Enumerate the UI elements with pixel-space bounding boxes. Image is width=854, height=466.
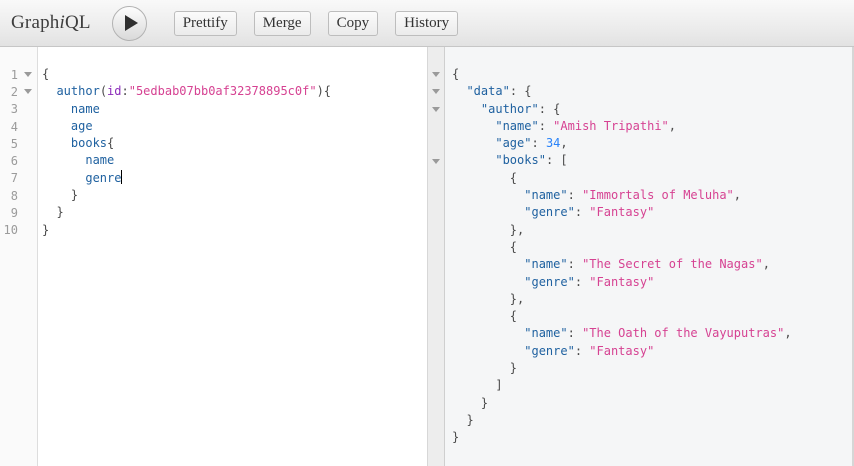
- toolbar-buttons: Prettify Merge Copy History: [174, 11, 458, 36]
- toolbar-button-prettify[interactable]: Prettify: [174, 11, 237, 36]
- logo-text-ql: QL: [65, 12, 91, 33]
- gutter-row: 7: [0, 170, 37, 187]
- code-line: "name": "The Oath of the Vayuputras",: [452, 325, 852, 342]
- result-gutter-row: [428, 429, 444, 446]
- toolbar-button-merge[interactable]: Merge: [254, 11, 311, 36]
- code-line: {: [452, 66, 852, 83]
- line-number: 7: [0, 171, 18, 185]
- result-gutter-row: [428, 239, 444, 256]
- code-line[interactable]: genre: [42, 170, 331, 187]
- gutter-row: 2: [0, 83, 37, 100]
- line-number: 1: [0, 68, 18, 82]
- gutter-row: 1: [0, 66, 37, 83]
- code-line: "name": "Amish Tripathi",: [452, 118, 852, 135]
- result-gutter-row: [428, 412, 444, 429]
- line-number: 3: [0, 102, 18, 116]
- result-gutter-row: [428, 118, 444, 135]
- query-code[interactable]: { author(id:"5edbab07bb0af32378895c0f"){…: [38, 47, 331, 466]
- code-line: "genre": "Fantasy": [452, 343, 852, 360]
- code-line: }: [452, 429, 852, 446]
- result-gutter-row: [428, 291, 444, 308]
- fold-arrow-icon[interactable]: [432, 89, 440, 94]
- toolbar: GraphiQL Prettify Merge Copy History: [0, 0, 854, 47]
- result-gutter-row: [428, 204, 444, 221]
- code-line[interactable]: name: [42, 152, 331, 169]
- line-number: 2: [0, 85, 18, 99]
- gutter-row: 5: [0, 135, 37, 152]
- code-line: "books": [: [452, 152, 852, 169]
- result-gutter-row: [428, 66, 444, 83]
- result-pane: { "data": { "author": { "name": "Amish T…: [445, 47, 854, 466]
- code-line: "genre": "Fantasy": [452, 274, 852, 291]
- code-line: }: [452, 395, 852, 412]
- code-line: "data": {: [452, 83, 852, 100]
- code-line: "name": "Immortals of Meluha",: [452, 187, 852, 204]
- result-gutter-row: [428, 308, 444, 325]
- main-area: 1 2 3 4 5 6 7 8 9 10 { author(id:"5edbab07bb0af32…: [0, 47, 854, 466]
- code-line[interactable]: {: [42, 66, 331, 83]
- result-gutter-row: [428, 325, 444, 342]
- line-number: 8: [0, 189, 18, 203]
- execute-query-button[interactable]: [112, 6, 147, 41]
- result-gutter-row: [428, 360, 444, 377]
- result-fold-gutter: [427, 47, 445, 466]
- code-line[interactable]: author(id:"5edbab07bb0af32378895c0f"){: [42, 83, 331, 100]
- gutter-row: 9: [0, 204, 37, 221]
- gutter-row: 10: [0, 222, 37, 239]
- query-editor-pane[interactable]: 1 2 3 4 5 6 7 8 9 10 { author(id:"5edbab07bb0af32…: [0, 47, 427, 466]
- code-line: {: [452, 170, 852, 187]
- text-cursor: [121, 170, 122, 184]
- toolbar-button-history[interactable]: History: [395, 11, 458, 36]
- result-gutter-row: [428, 152, 444, 169]
- code-line[interactable]: }: [42, 204, 331, 221]
- gutter-row: 3: [0, 101, 37, 118]
- code-line: "name": "The Secret of the Nagas",: [452, 256, 852, 273]
- result-gutter-row: [428, 343, 444, 360]
- result-gutter-row: [428, 377, 444, 394]
- play-icon: [125, 15, 138, 31]
- line-number: 6: [0, 154, 18, 168]
- line-number: 10: [0, 223, 18, 237]
- gutter-row: 8: [0, 187, 37, 204]
- result-gutter-row: [428, 135, 444, 152]
- toolbar-button-copy[interactable]: Copy: [328, 11, 379, 36]
- line-number: 5: [0, 137, 18, 151]
- code-line[interactable]: age: [42, 118, 331, 135]
- result-gutter-row: [428, 170, 444, 187]
- result-gutter-row: [428, 83, 444, 100]
- code-line[interactable]: books{: [42, 135, 331, 152]
- fold-arrow-icon[interactable]: [432, 159, 440, 164]
- code-line: }: [452, 412, 852, 429]
- fold-arrow-icon[interactable]: [24, 72, 32, 77]
- code-line: {: [452, 308, 852, 325]
- code-line: ]: [452, 377, 852, 394]
- code-line: "genre": "Fantasy": [452, 204, 852, 221]
- code-line[interactable]: name: [42, 101, 331, 118]
- code-line: },: [452, 291, 852, 308]
- fold-arrow-icon[interactable]: [432, 72, 440, 77]
- fold-arrow-icon[interactable]: [24, 89, 32, 94]
- code-line[interactable]: }: [42, 187, 331, 204]
- result-gutter-row: [428, 274, 444, 291]
- code-line: "age": 34,: [452, 135, 852, 152]
- code-line: "author": {: [452, 101, 852, 118]
- result-code: { "data": { "author": { "name": "Amish T…: [445, 47, 852, 447]
- query-gutter: 1 2 3 4 5 6 7 8 9 10: [0, 47, 38, 466]
- result-gutter-row: [428, 256, 444, 273]
- result-gutter-row: [428, 101, 444, 118]
- fold-arrow-icon[interactable]: [432, 107, 440, 112]
- logo-text-graph: Graph: [11, 12, 59, 33]
- gutter-row: 4: [0, 118, 37, 135]
- line-number: 4: [0, 120, 18, 134]
- result-gutter-row: [428, 395, 444, 412]
- code-line: },: [452, 222, 852, 239]
- code-line[interactable]: }: [42, 222, 331, 239]
- result-gutter-row: [428, 187, 444, 204]
- line-number: 9: [0, 206, 18, 220]
- graphiql-logo: GraphiQL: [11, 12, 91, 34]
- gutter-row: 6: [0, 152, 37, 169]
- code-line: {: [452, 239, 852, 256]
- code-line: }: [452, 360, 852, 377]
- result-gutter-row: [428, 222, 444, 239]
